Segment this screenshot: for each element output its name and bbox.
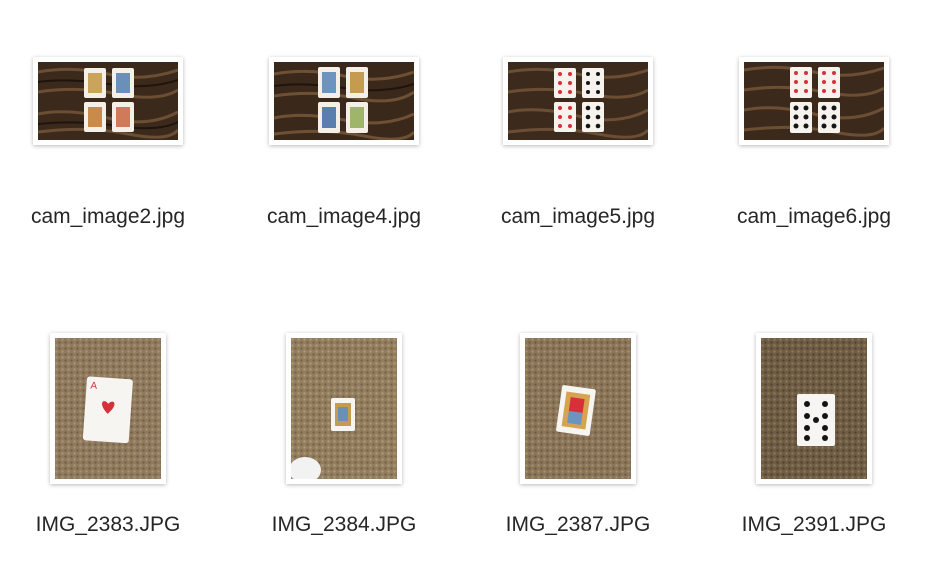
file-name-label[interactable]: IMG_2383.JPG [0,513,228,537]
image-thumbnail-icon[interactable]: A [50,333,166,484]
image-thumbnail-icon[interactable] [269,57,419,145]
image-thumbnail-icon[interactable] [33,57,183,145]
image-thumbnail-icon[interactable] [520,333,636,484]
file-name-label[interactable]: cam_image2.jpg [0,205,228,229]
file-name-label[interactable]: IMG_2391.JPG [694,513,934,537]
file-name-label[interactable]: IMG_2384.JPG [224,513,464,537]
file-name-label[interactable]: IMG_2387.JPG [458,513,698,537]
image-thumbnail-icon[interactable] [503,57,653,145]
svg-text:A: A [90,381,98,392]
image-thumbnail-icon[interactable] [739,57,889,145]
image-thumbnail-icon[interactable] [756,333,872,484]
file-grid: cam_image2.jpg cam_image4.jpg cam_image5… [0,0,946,566]
image-thumbnail-icon[interactable] [286,333,402,484]
file-name-label[interactable]: cam_image4.jpg [224,205,464,229]
file-name-label[interactable]: cam_image5.jpg [458,205,698,229]
file-name-label[interactable]: cam_image6.jpg [694,205,934,229]
